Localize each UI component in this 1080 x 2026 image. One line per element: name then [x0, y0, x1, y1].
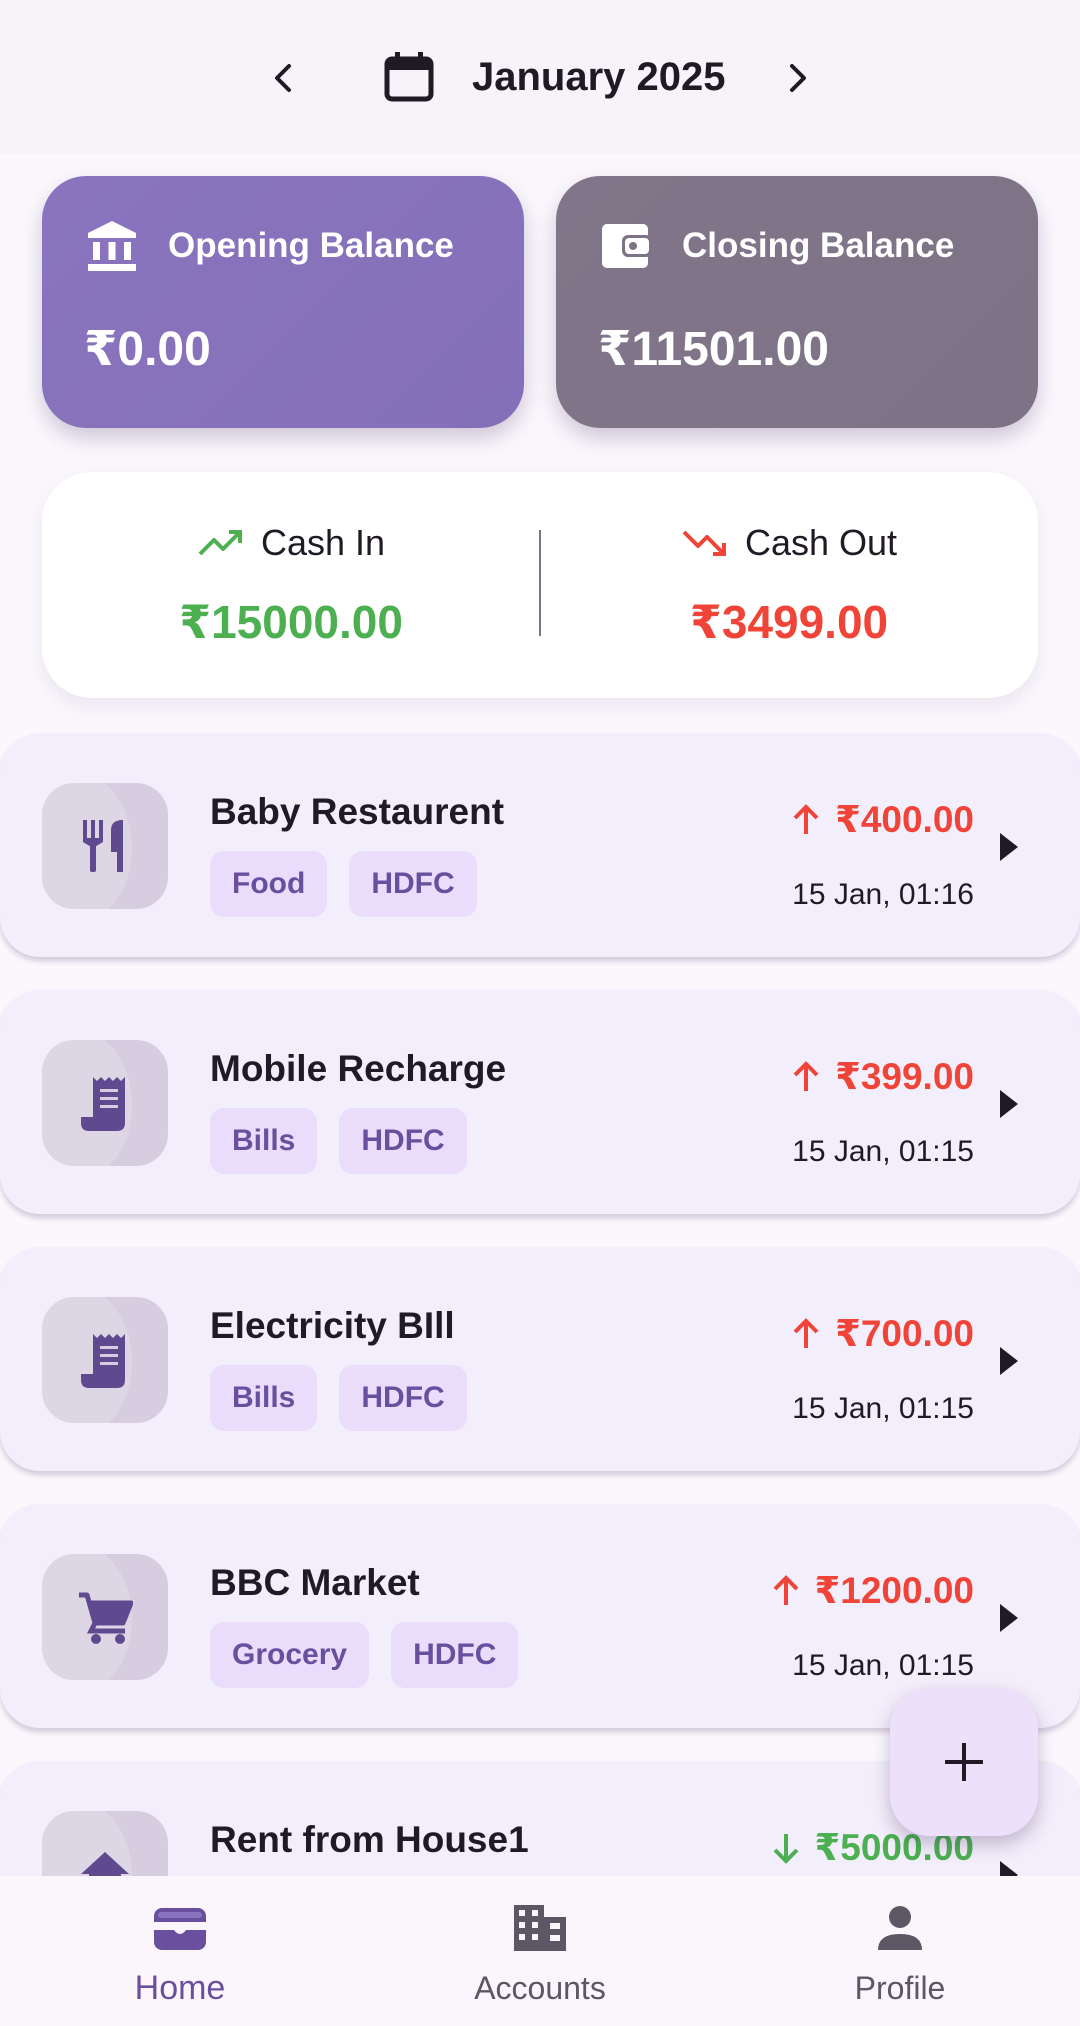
- cash-in-section: Cash In ₹15000.00: [42, 472, 540, 698]
- category-tag: Food: [210, 851, 328, 917]
- closing-balance-card[interactable]: Closing Balance ₹11501.00: [556, 176, 1038, 428]
- transaction-title: BBC Market: [210, 1562, 420, 1603]
- transaction-title: Mobile Recharge: [210, 1048, 507, 1089]
- chevron-right-icon: [790, 64, 806, 92]
- nav-item-profile[interactable]: Profile: [720, 1876, 1080, 2026]
- account-tag: HDFC: [391, 1622, 519, 1688]
- wallet-icon: [154, 1908, 206, 1950]
- opening-balance-card[interactable]: Opening Balance ₹0.00: [42, 176, 524, 428]
- arrow-up-icon: [793, 1061, 819, 1091]
- transaction-title: Baby Restaurent: [210, 791, 505, 832]
- bottom-navigation: Home Accounts Profile: [0, 1876, 1080, 2026]
- plus-icon: [945, 1743, 983, 1781]
- trending-up-icon: [198, 530, 242, 556]
- cash-summary-card: Cash In ₹15000.00 Cash Out ₹3499.00: [42, 472, 1038, 698]
- transaction-time: 15 Jan, 01:15: [792, 1135, 974, 1168]
- category-tag: Grocery: [210, 1622, 370, 1688]
- building-icon: [514, 1905, 566, 1951]
- arrow-up-icon: [793, 1318, 819, 1348]
- arrow-up-icon: [793, 804, 819, 834]
- cash-in-value: ₹15000.00: [179, 596, 403, 648]
- nav-item-home[interactable]: Home: [0, 1876, 360, 2026]
- chevron-right-icon: [1000, 1090, 1018, 1118]
- category-tag: Bills: [210, 1365, 318, 1431]
- nav-label-accounts: Accounts: [474, 1970, 606, 2006]
- cart-icon: [79, 1592, 133, 1644]
- account-tag: HDFC: [349, 851, 477, 917]
- transaction-icon-tile: [42, 1040, 168, 1166]
- next-month-button[interactable]: [764, 44, 832, 112]
- add-transaction-button[interactable]: [890, 1688, 1038, 1836]
- transaction-row[interactable]: Electricity BIll Bills HDFC ₹700.00 15 J…: [0, 1247, 1080, 1471]
- month-header: January 2025: [0, 0, 1080, 154]
- bank-icon: [88, 221, 136, 271]
- transaction-time: 15 Jan, 01:15: [792, 1649, 974, 1682]
- transaction-row[interactable]: Mobile Recharge Bills HDFC ₹399.00 15 Ja…: [0, 990, 1080, 1214]
- nav-label-profile: Profile: [854, 1970, 946, 2006]
- nav-label-home: Home: [134, 1969, 226, 2007]
- receipt-icon: [81, 1334, 125, 1388]
- transaction-amount: ₹1200.00: [814, 1570, 975, 1611]
- transaction-time: 15 Jan, 01:15: [792, 1392, 974, 1425]
- restaurant-icon: [83, 820, 123, 872]
- closing-balance-label: Closing Balance: [682, 226, 955, 265]
- receipt-icon: [81, 1077, 125, 1131]
- previous-month-button[interactable]: [249, 44, 317, 112]
- account-tag: HDFC: [339, 1365, 467, 1431]
- trending-down-icon: [682, 530, 726, 556]
- opening-balance-value: ₹0.00: [84, 323, 211, 376]
- chevron-left-icon: [275, 64, 291, 92]
- cash-out-value: ₹3499.00: [689, 596, 889, 648]
- month-title[interactable]: January 2025: [472, 50, 726, 104]
- nav-item-accounts[interactable]: Accounts: [360, 1876, 720, 2026]
- chevron-right-icon: [1000, 1604, 1018, 1632]
- account-tag: HDFC: [339, 1108, 467, 1174]
- category-tag: Bills: [210, 1108, 318, 1174]
- wallet-icon: [602, 224, 652, 268]
- cash-out-section: Cash Out ₹3499.00: [540, 472, 1038, 698]
- transaction-amount: ₹700.00: [835, 1313, 974, 1354]
- cash-out-label: Cash Out: [744, 522, 898, 563]
- chevron-right-icon: [1000, 1347, 1018, 1375]
- transaction-icon-tile: [42, 1297, 168, 1423]
- opening-balance-label: Opening Balance: [168, 226, 454, 265]
- arrow-down-icon: [773, 1834, 798, 1864]
- arrow-up-icon: [773, 1575, 798, 1605]
- transaction-title: Electricity BIll: [210, 1305, 455, 1346]
- person-icon: [878, 1906, 922, 1950]
- transaction-time: 15 Jan, 01:16: [792, 878, 974, 911]
- transaction-title: Rent from House1: [210, 1819, 529, 1860]
- closing-balance-value: ₹11501.00: [598, 323, 829, 376]
- transaction-icon-tile: [42, 783, 168, 909]
- cash-in-label: Cash In: [260, 522, 386, 563]
- transaction-row[interactable]: Baby Restaurent Food HDFC ₹400.00 15 Jan…: [0, 733, 1080, 957]
- home-screen: January 2025 Opening Balance ₹0.00 Closi…: [0, 0, 1080, 2026]
- transaction-amount: ₹400.00: [835, 799, 974, 840]
- transaction-amount: ₹399.00: [835, 1056, 974, 1097]
- chevron-right-icon: [1000, 833, 1018, 861]
- transaction-icon-tile: [42, 1554, 168, 1680]
- calendar-icon[interactable]: [382, 50, 436, 104]
